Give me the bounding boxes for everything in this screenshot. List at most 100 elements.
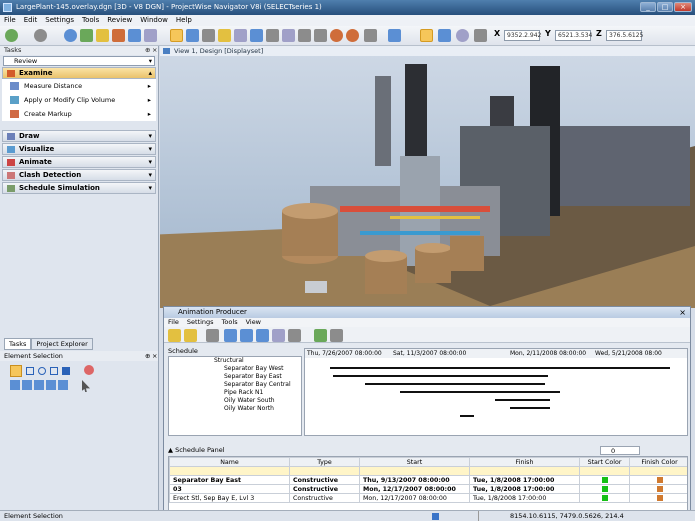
tree-item[interactable]: Oily Water South [169,397,301,405]
clear-mode-icon[interactable] [58,380,68,390]
finish-color-swatch[interactable] [656,495,663,501]
select-circle-icon[interactable] [38,367,46,375]
fit-view-icon[interactable] [282,29,295,42]
delete-icon[interactable] [206,329,219,342]
anim-menu-view[interactable]: View [242,318,265,327]
settings-icon[interactable] [288,329,301,342]
zoom-out-icon[interactable] [266,29,279,42]
tree-item[interactable]: Oily Water North [169,405,301,413]
draw-section[interactable]: Draw ▾ [2,130,156,142]
forward-icon[interactable] [34,29,47,42]
new-mode-icon[interactable] [46,380,56,390]
table-row[interactable]: Separator Bay East Constructive Thu, 9/13/… [169,475,687,485]
gantt-chart[interactable]: Thu, 7/26/2007 08:00:00 Sat, 11/3/2007 0… [304,348,688,436]
render-icon[interactable] [330,29,343,42]
expand-icon[interactable]: ▾ [148,131,152,142]
start-color-swatch[interactable] [601,486,608,492]
tree-item[interactable]: Separator Bay West [169,365,301,373]
target-icon[interactable] [456,29,469,42]
col-start-color[interactable]: Start Color [579,457,630,467]
pin-icon[interactable]: ⊕ [145,46,150,55]
col-type[interactable]: Type [289,457,360,467]
z-coordinate-field[interactable]: 376.5.6125 [606,30,643,41]
snap-icon[interactable] [420,29,433,42]
zoom-icon[interactable] [250,29,263,42]
menu-help[interactable]: Help [172,15,196,26]
select-line-icon[interactable] [62,367,70,375]
expand-icon[interactable]: ▾ [148,157,152,168]
y-coordinate-field[interactable]: 6521.3.534 [555,30,592,41]
play-icon[interactable] [314,329,327,342]
view-display-icon[interactable] [364,29,377,42]
walk-icon[interactable] [218,29,231,42]
start-color-swatch[interactable] [601,477,608,483]
view-previous-icon[interactable] [314,29,327,42]
finish-color-swatch[interactable] [656,477,663,483]
expand-icon[interactable]: ▾ [148,170,152,181]
start-color-swatch[interactable] [601,495,608,501]
close-pane-icon[interactable]: × [152,46,157,55]
menu-settings[interactable]: Settings [41,15,78,26]
saved-views-icon[interactable] [96,29,109,42]
table-row[interactable]: 03 Constructive Mon, 12/17/2007 08:00:00 Tu… [169,484,687,494]
col-finish[interactable]: Finish [469,457,580,467]
camera-icon[interactable] [346,29,359,42]
table-row[interactable]: Erect Stl, Sep Bay E, Lvl 3 Constructive M… [169,493,687,503]
anim-menu-tools[interactable]: Tools [218,318,242,327]
window-area-icon[interactable] [298,29,311,42]
expand-icon[interactable]: ▾ [148,144,152,155]
clash-detection-section[interactable]: Clash Detection ▾ [2,169,156,181]
close-icon[interactable]: × [679,307,686,318]
collapse-icon[interactable]: ▴ [148,68,152,79]
scrollbar[interactable] [168,437,688,445]
link-icon[interactable] [256,329,269,342]
select-box-icon[interactable] [26,367,34,375]
create-markup-item[interactable]: Create Markup ▸ [2,107,156,121]
counter-field[interactable]: 0 [600,446,640,455]
menu-file[interactable]: File [0,15,20,26]
expand-icon[interactable]: ▾ [148,183,152,194]
pin-icon[interactable]: ⊕ [145,351,150,361]
select-icon[interactable] [170,29,183,42]
menu-edit[interactable]: Edit [20,15,42,26]
levels-icon[interactable] [128,29,141,42]
measure-distance-item[interactable]: Measure Distance ▸ [2,79,156,93]
invert-mode-icon[interactable] [34,380,44,390]
rotate-icon[interactable] [202,29,215,42]
schedule-tree[interactable]: Structural Separator Bay West Separator … [168,356,302,436]
minimize-button[interactable]: _ [640,2,656,12]
menu-tools[interactable]: Tools [78,15,103,26]
insert-task-icon[interactable] [240,329,253,342]
clip-volume-item[interactable]: Apply or Modify Clip Volume ▸ [2,93,156,107]
col-start[interactable]: Start [359,457,470,467]
fly-icon[interactable] [234,29,247,42]
tree-item[interactable]: Separator Bay East [169,373,301,381]
add-mode-icon[interactable] [10,380,20,390]
open-icon[interactable] [184,329,197,342]
tree-item[interactable]: Pipe Rack N1 [169,389,301,397]
close-button[interactable]: × [674,2,692,12]
element-select-tool-icon[interactable] [10,365,22,377]
maximize-button[interactable]: □ [657,2,673,12]
back-icon[interactable] [5,29,18,42]
cursor-icon[interactable] [82,380,90,392]
tab-tasks[interactable]: Tasks [4,338,32,350]
chevron-down-icon[interactable]: ▾ [149,57,152,66]
subtract-mode-icon[interactable] [22,380,32,390]
examine-section[interactable]: Examine ▴ [2,67,156,79]
clear-selection-icon[interactable] [84,365,94,375]
col-name[interactable]: Name [169,457,290,467]
view-window[interactable]: View 1, Design [Displayset] [160,46,695,308]
anim-menu-file[interactable]: File [164,318,183,327]
visualize-section[interactable]: Visualize ▾ [2,143,156,155]
finish-color-swatch[interactable] [656,486,663,492]
menu-review[interactable]: Review [103,15,136,26]
lock-icon[interactable] [432,513,439,520]
tab-project-explorer[interactable]: Project Explorer [31,338,93,350]
menu-window[interactable]: Window [136,15,172,26]
table-row-new[interactable] [169,466,687,476]
markup-icon[interactable] [112,29,125,42]
tree-item-structural[interactable]: Structural [169,357,301,365]
schedule-icon[interactable] [272,329,285,342]
grid-view-icon[interactable] [330,329,343,342]
